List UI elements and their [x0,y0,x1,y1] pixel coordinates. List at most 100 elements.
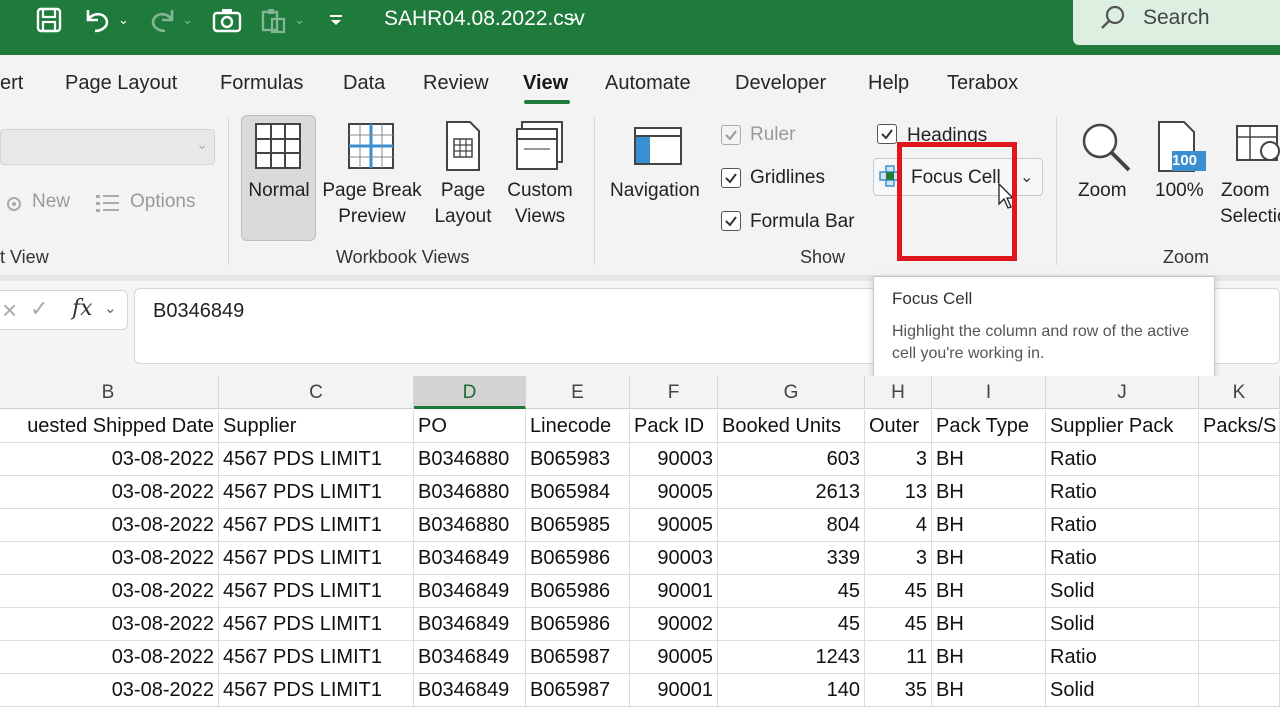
table-cell[interactable]: 03-08-2022 [0,641,219,674]
table-cell[interactable]: 35 [865,674,932,707]
table-cell[interactable]: B065987 [526,674,630,707]
table-cell[interactable]: 4567 PDS LIMIT1 [219,641,414,674]
header-cell[interactable]: Pack Type [932,410,1046,443]
table-cell[interactable]: BH [932,542,1046,575]
header-cell[interactable]: Linecode [526,410,630,443]
table-cell[interactable]: Ratio [1046,509,1199,542]
table-cell[interactable]: 2613 [718,476,865,509]
table-cell[interactable]: 03-08-2022 [0,443,219,476]
table-cell[interactable]: BH [932,641,1046,674]
column-header-f[interactable]: F [630,376,718,409]
redo-dropdown-icon[interactable]: ⌄ [182,12,193,28]
ruler-checkbox[interactable] [721,125,741,145]
table-cell[interactable]: 4567 PDS LIMIT1 [219,509,414,542]
table-cell[interactable]: 4567 PDS LIMIT1 [219,476,414,509]
table-cell[interactable]: B0346849 [414,608,526,641]
table-cell[interactable]: BH [932,443,1046,476]
table-cell[interactable]: BH [932,575,1046,608]
table-cell[interactable]: 11 [865,641,932,674]
table-cell[interactable] [1199,509,1280,542]
chevron-down-icon[interactable]: ⌄ [104,299,117,317]
table-cell[interactable] [1199,608,1280,641]
table-cell[interactable]: B0346880 [414,443,526,476]
column-header-d[interactable]: D [414,376,526,409]
tab-formulas[interactable]: Formulas [220,72,303,95]
table-cell[interactable]: B0346849 [414,641,526,674]
table-cell[interactable]: 4567 PDS LIMIT1 [219,674,414,707]
table-cell[interactable]: Ratio [1046,476,1199,509]
table-cell[interactable]: 4567 PDS LIMIT1 [219,575,414,608]
focus-cell-dropdown-icon[interactable]: ⌄ [1020,167,1033,187]
table-cell[interactable]: 03-08-2022 [0,674,219,707]
table-cell[interactable]: B065986 [526,542,630,575]
table-cell[interactable]: 1243 [718,641,865,674]
tab-help[interactable]: Help [868,72,909,95]
table-cell[interactable]: 90002 [630,608,718,641]
table-cell[interactable]: 4 [865,509,932,542]
table-cell[interactable]: 45 [718,575,865,608]
table-cell[interactable]: 90003 [630,542,718,575]
table-cell[interactable]: 339 [718,542,865,575]
table-cell[interactable]: 90005 [630,476,718,509]
table-cell[interactable]: 4567 PDS LIMIT1 [219,608,414,641]
table-cell[interactable]: 03-08-2022 [0,542,219,575]
page-layout-button[interactable]: Page Layout [428,115,498,241]
table-cell[interactable]: 140 [718,674,865,707]
table-cell[interactable]: B0346849 [414,542,526,575]
paste-dropdown-icon[interactable]: ⌄ [294,12,305,28]
tab-data[interactable]: Data [343,72,385,95]
table-cell[interactable]: B065984 [526,476,630,509]
table-cell[interactable]: 03-08-2022 [0,608,219,641]
column-header-h[interactable]: H [865,376,932,409]
table-cell[interactable]: B065983 [526,443,630,476]
tab-insert[interactable]: ert [0,72,23,95]
cancel-icon[interactable]: × [2,295,17,326]
table-cell[interactable]: 603 [718,443,865,476]
tab-developer[interactable]: Developer [735,72,826,95]
table-cell[interactable]: BH [932,608,1046,641]
table-cell[interactable]: Ratio [1046,443,1199,476]
table-cell[interactable]: Solid [1046,674,1199,707]
formula-bar-checkbox[interactable] [721,211,741,231]
table-cell[interactable]: B065986 [526,608,630,641]
table-cell[interactable]: Solid [1046,608,1199,641]
table-cell[interactable]: 45 [865,575,932,608]
table-cell[interactable]: 90001 [630,575,718,608]
table-cell[interactable]: B065985 [526,509,630,542]
navigation-button[interactable]: Navigation [610,178,700,204]
header-cell[interactable]: uested Shipped Date [0,410,219,443]
table-cell[interactable] [1199,674,1280,707]
insert-function-icon[interactable]: fx [72,296,93,321]
sheet-view-dropdown[interactable]: ⌄ [0,129,215,165]
table-cell[interactable] [1199,575,1280,608]
table-cell[interactable]: B0346880 [414,509,526,542]
table-cell[interactable]: BH [932,476,1046,509]
header-cell[interactable]: Packs/S [1199,410,1280,443]
table-cell[interactable] [1199,641,1280,674]
tab-review[interactable]: Review [423,72,489,95]
file-name-dropdown-icon[interactable]: ⌄ [567,6,580,26]
table-cell[interactable]: 4567 PDS LIMIT1 [219,443,414,476]
page-break-preview-button[interactable]: Page Break Preview [322,115,422,241]
table-cell[interactable]: BH [932,674,1046,707]
undo-dropdown-icon[interactable]: ⌄ [118,12,129,28]
header-cell[interactable]: Supplier [219,410,414,443]
table-cell[interactable]: B0346880 [414,476,526,509]
file-name[interactable]: SAHR04.08.2022.csv [384,7,585,31]
camera-icon[interactable] [210,0,244,40]
table-cell[interactable]: Ratio [1046,641,1199,674]
table-cell[interactable] [1199,443,1280,476]
column-header-k[interactable]: K [1199,376,1280,409]
table-cell[interactable]: BH [932,509,1046,542]
table-cell[interactable]: 90003 [630,443,718,476]
zoom-selection-label-1[interactable]: Zoom [1221,178,1270,204]
table-cell[interactable]: B065986 [526,575,630,608]
column-header-e[interactable]: E [526,376,630,409]
header-cell[interactable]: Booked Units [718,410,865,443]
search-box[interactable]: Search [1073,0,1280,45]
table-cell[interactable]: B065987 [526,641,630,674]
column-header-g[interactable]: G [718,376,865,409]
options-button[interactable]: Options [130,189,195,215]
paste-icon[interactable] [256,0,290,40]
table-cell[interactable]: 03-08-2022 [0,575,219,608]
